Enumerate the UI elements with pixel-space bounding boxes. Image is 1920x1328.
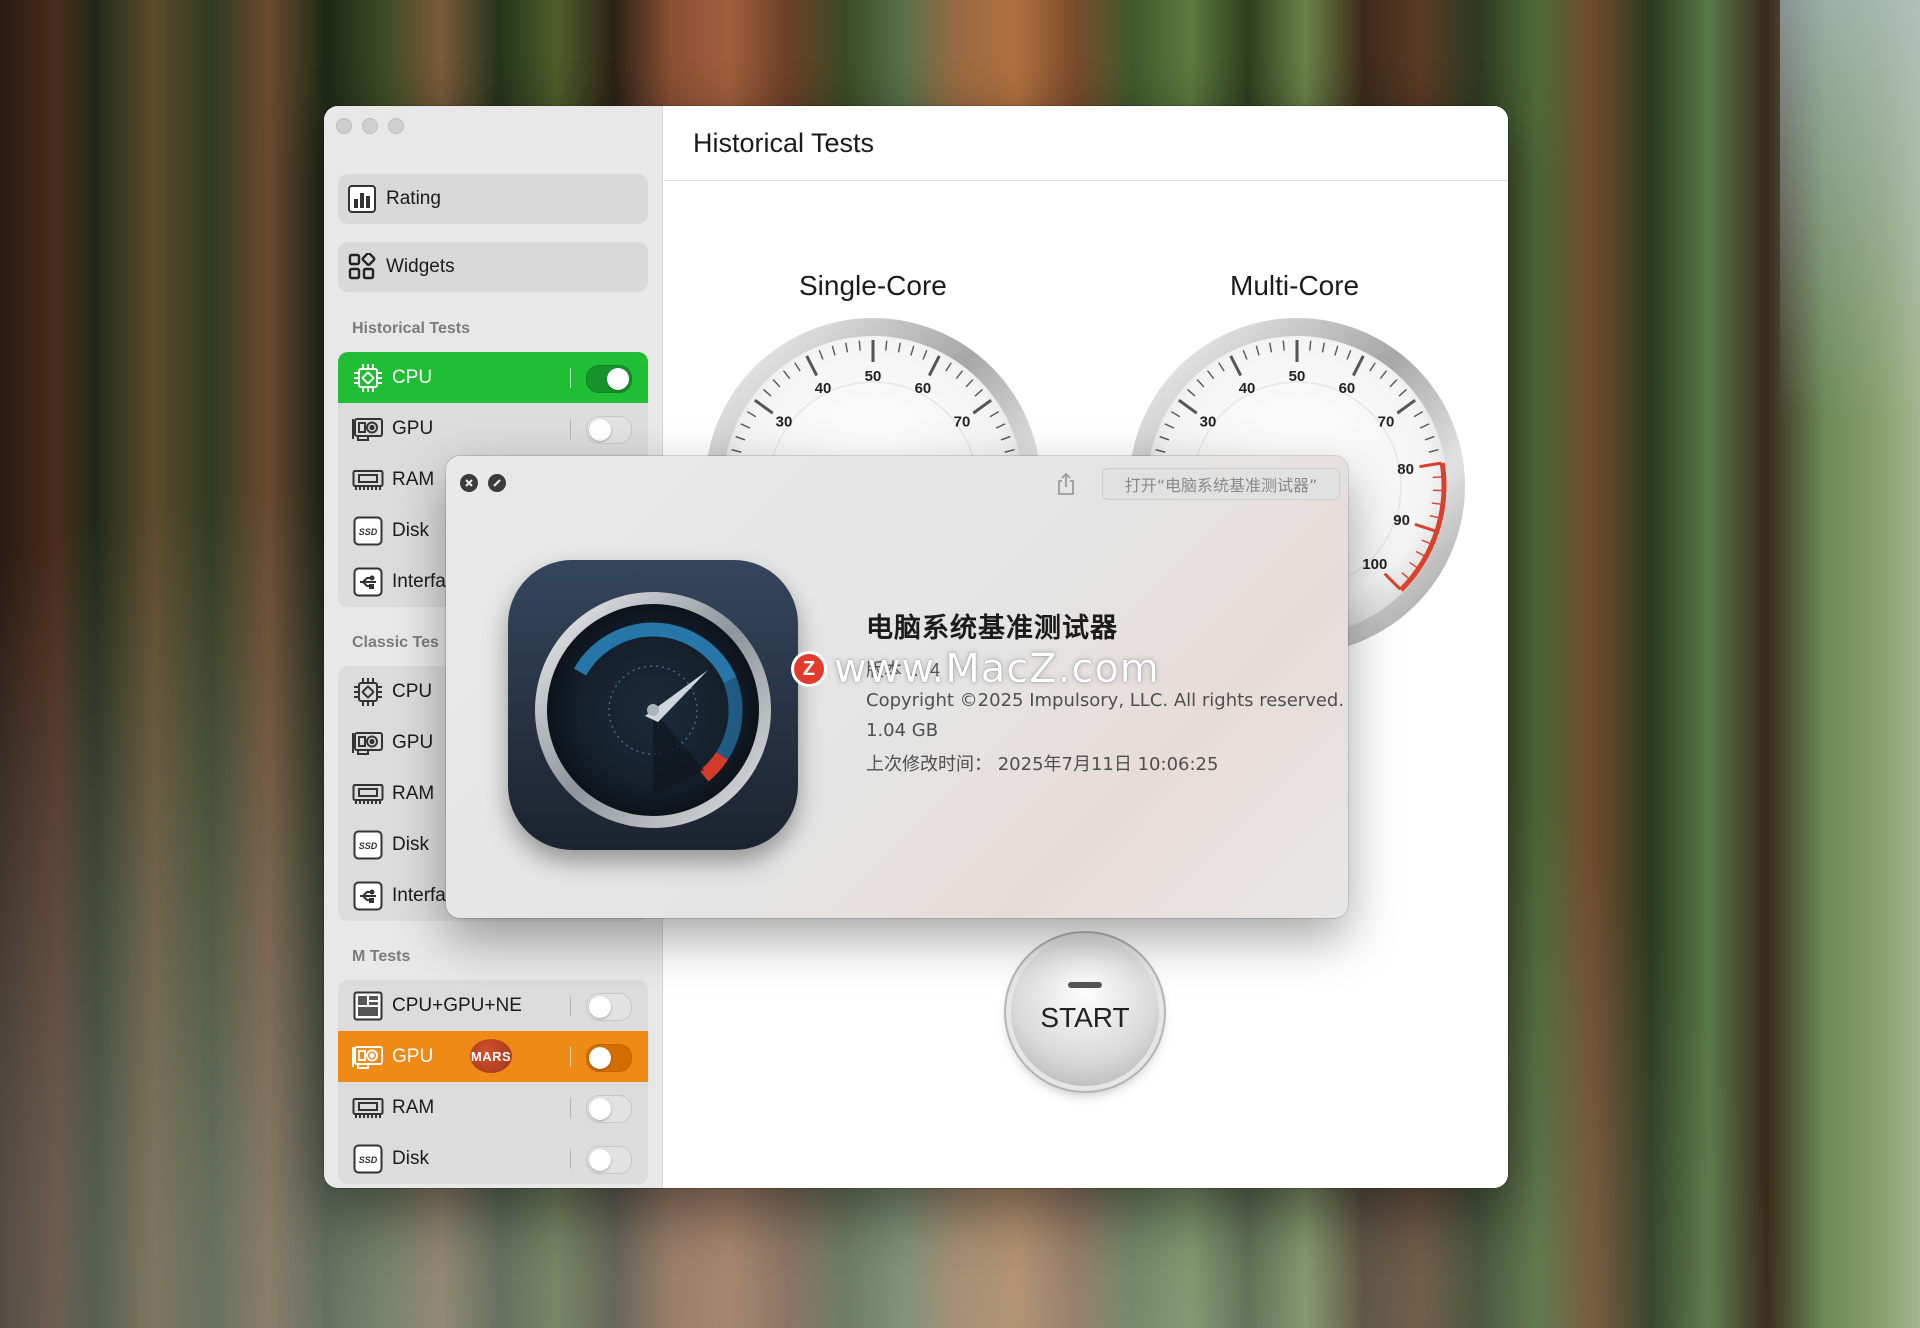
close-icon	[465, 479, 473, 487]
no-entry-icon	[493, 479, 501, 487]
copyright-text: Copyright ©2025 Impulsory, LLC. All righ…	[866, 690, 1345, 711]
start-button[interactable]: START	[1011, 938, 1159, 1086]
last-modified: 上次修改时间： 2025年7月11日 10:06:25	[866, 754, 1219, 775]
about-dialog: 打开“电脑系统基准测试器” 电脑系统基准测试器 版本 ….4 Z www.Mac…	[446, 456, 1348, 918]
historical-disk-label: Disk	[392, 519, 429, 541]
usb-interface-icon	[352, 880, 384, 912]
m-disk-toggle[interactable]	[586, 1146, 632, 1174]
classic-ram-label: RAM	[392, 782, 435, 804]
multi-gauge-tick-label: 90	[1393, 512, 1410, 529]
section-title-historical: Historical Tests	[352, 320, 470, 337]
single-gauge-tick-label: 60	[915, 380, 932, 397]
ram-module-icon	[352, 778, 384, 810]
section-title-classic: Classic Tes	[352, 634, 439, 651]
multi-gauge-tick-label: 30	[1200, 413, 1217, 430]
svg-text:SSD: SSD	[359, 1155, 378, 1165]
ssd-icon: SSD	[352, 829, 384, 861]
multi-gauge-tick-label: 100	[1362, 556, 1387, 573]
close-window-button[interactable]	[336, 118, 352, 134]
svg-text:SSD: SSD	[359, 527, 378, 537]
ram-module-icon	[352, 1092, 384, 1124]
single-gauge-tick-label: 70	[954, 413, 971, 430]
historical-cpu-label: CPU	[392, 366, 433, 388]
multi-gauge-tick-label: 50	[1289, 368, 1306, 385]
widgets-button[interactable]: Widgets	[338, 242, 648, 292]
share-icon[interactable]	[1056, 472, 1076, 496]
historical-cpu-toggle[interactable]	[586, 365, 632, 393]
app-icon	[508, 560, 798, 850]
app-size: 1.04 GB	[866, 720, 939, 741]
single-gauge-tick-label: 30	[776, 413, 793, 430]
watermark-text: www.MacZ.com	[834, 646, 1160, 692]
watermark: Z www.MacZ.com	[794, 646, 1160, 692]
rating-label: Rating	[386, 188, 441, 209]
m-gpu-toggle[interactable]	[586, 1044, 632, 1072]
ssd-icon: SSD	[352, 515, 384, 547]
widgets-label: Widgets	[386, 256, 455, 277]
cpu-chip-icon	[352, 676, 384, 708]
cpu-chip-icon	[352, 362, 384, 394]
classic-interface-label: Interfa	[392, 884, 446, 906]
single-gauge-tick-label: 50	[865, 368, 882, 385]
dialog-close-button[interactable]	[460, 474, 478, 492]
soc-icon	[352, 990, 384, 1022]
background-sky	[1780, 0, 1920, 420]
m-ram-label: RAM	[392, 1096, 435, 1118]
historical-gpu-item[interactable]: GPU	[338, 403, 648, 454]
multi-gauge-tick-label: 80	[1397, 461, 1414, 478]
classic-gpu-label: GPU	[392, 731, 434, 753]
minimize-window-button[interactable]	[362, 118, 378, 134]
dialog-hide-button[interactable]	[488, 474, 506, 492]
multi-gauge-tick-label: 60	[1339, 380, 1356, 397]
classic-cpu-label: CPU	[392, 680, 433, 702]
rating-button[interactable]: Rating	[338, 174, 648, 224]
open-app-button[interactable]: 打开“电脑系统基准测试器”	[1102, 468, 1340, 500]
m-disk-label: Disk	[392, 1147, 429, 1169]
multi-gauge-tick	[1309, 340, 1312, 351]
multi-gauge-tick-label: 70	[1378, 413, 1395, 430]
gpu-card-icon	[352, 727, 384, 759]
app-name: 电脑系统基准测试器	[866, 613, 1118, 644]
ram-module-icon	[352, 464, 384, 496]
historical-interface-label: Interfa	[392, 570, 446, 592]
zoom-window-button[interactable]	[388, 118, 404, 134]
single-gauge-tick	[885, 340, 888, 351]
m-disk-item[interactable]: SSD Disk	[338, 1133, 648, 1184]
multi-gauge-tick	[1282, 340, 1285, 351]
m-gpu-item[interactable]: GPU MARS	[338, 1031, 648, 1082]
m-ram-item[interactable]: RAM	[338, 1082, 648, 1133]
watermark-logo-icon: Z	[794, 654, 824, 684]
speedometer-icon	[535, 592, 771, 828]
single-gauge-tick	[858, 340, 861, 351]
m-cpu-gpu-ne-label: CPU+GPU+NE	[392, 994, 522, 1016]
start-button-indicator	[1068, 982, 1102, 988]
m-cpu-gpu-ne-toggle[interactable]	[586, 993, 632, 1021]
bar-chart-icon	[348, 185, 376, 213]
mars-badge: MARS	[470, 1039, 512, 1073]
historical-gpu-toggle[interactable]	[586, 416, 632, 444]
m-gpu-label: GPU	[392, 1045, 434, 1067]
m-tests-group: CPU+GPU+NE GPU MARS RAM SSD Disk	[338, 980, 648, 1184]
section-title-m-tests: M Tests	[352, 948, 411, 965]
gpu-card-icon	[352, 1041, 384, 1073]
window-controls	[336, 118, 404, 134]
historical-gpu-label: GPU	[392, 417, 434, 439]
multi-gauge-tick-label: 40	[1239, 380, 1256, 397]
classic-disk-label: Disk	[392, 833, 429, 855]
multi-core-label: Multi-Core	[1230, 270, 1360, 301]
svg-text:SSD: SSD	[359, 841, 378, 851]
single-core-label: Single-Core	[799, 270, 947, 301]
ssd-icon: SSD	[352, 1143, 384, 1175]
historical-cpu-item[interactable]: CPU	[338, 352, 648, 403]
widgets-grid-icon	[348, 253, 376, 281]
gpu-card-icon	[352, 413, 384, 445]
usb-interface-icon	[352, 566, 384, 598]
start-button-label: START	[1040, 1002, 1130, 1033]
m-cpu-gpu-ne-item[interactable]: CPU+GPU+NE	[338, 980, 648, 1031]
page-title: Historical Tests	[693, 128, 875, 158]
multi-gauge-tick	[1432, 476, 1443, 479]
m-ram-toggle[interactable]	[586, 1095, 632, 1123]
historical-ram-label: RAM	[392, 468, 435, 490]
single-gauge-tick-label: 40	[815, 380, 832, 397]
